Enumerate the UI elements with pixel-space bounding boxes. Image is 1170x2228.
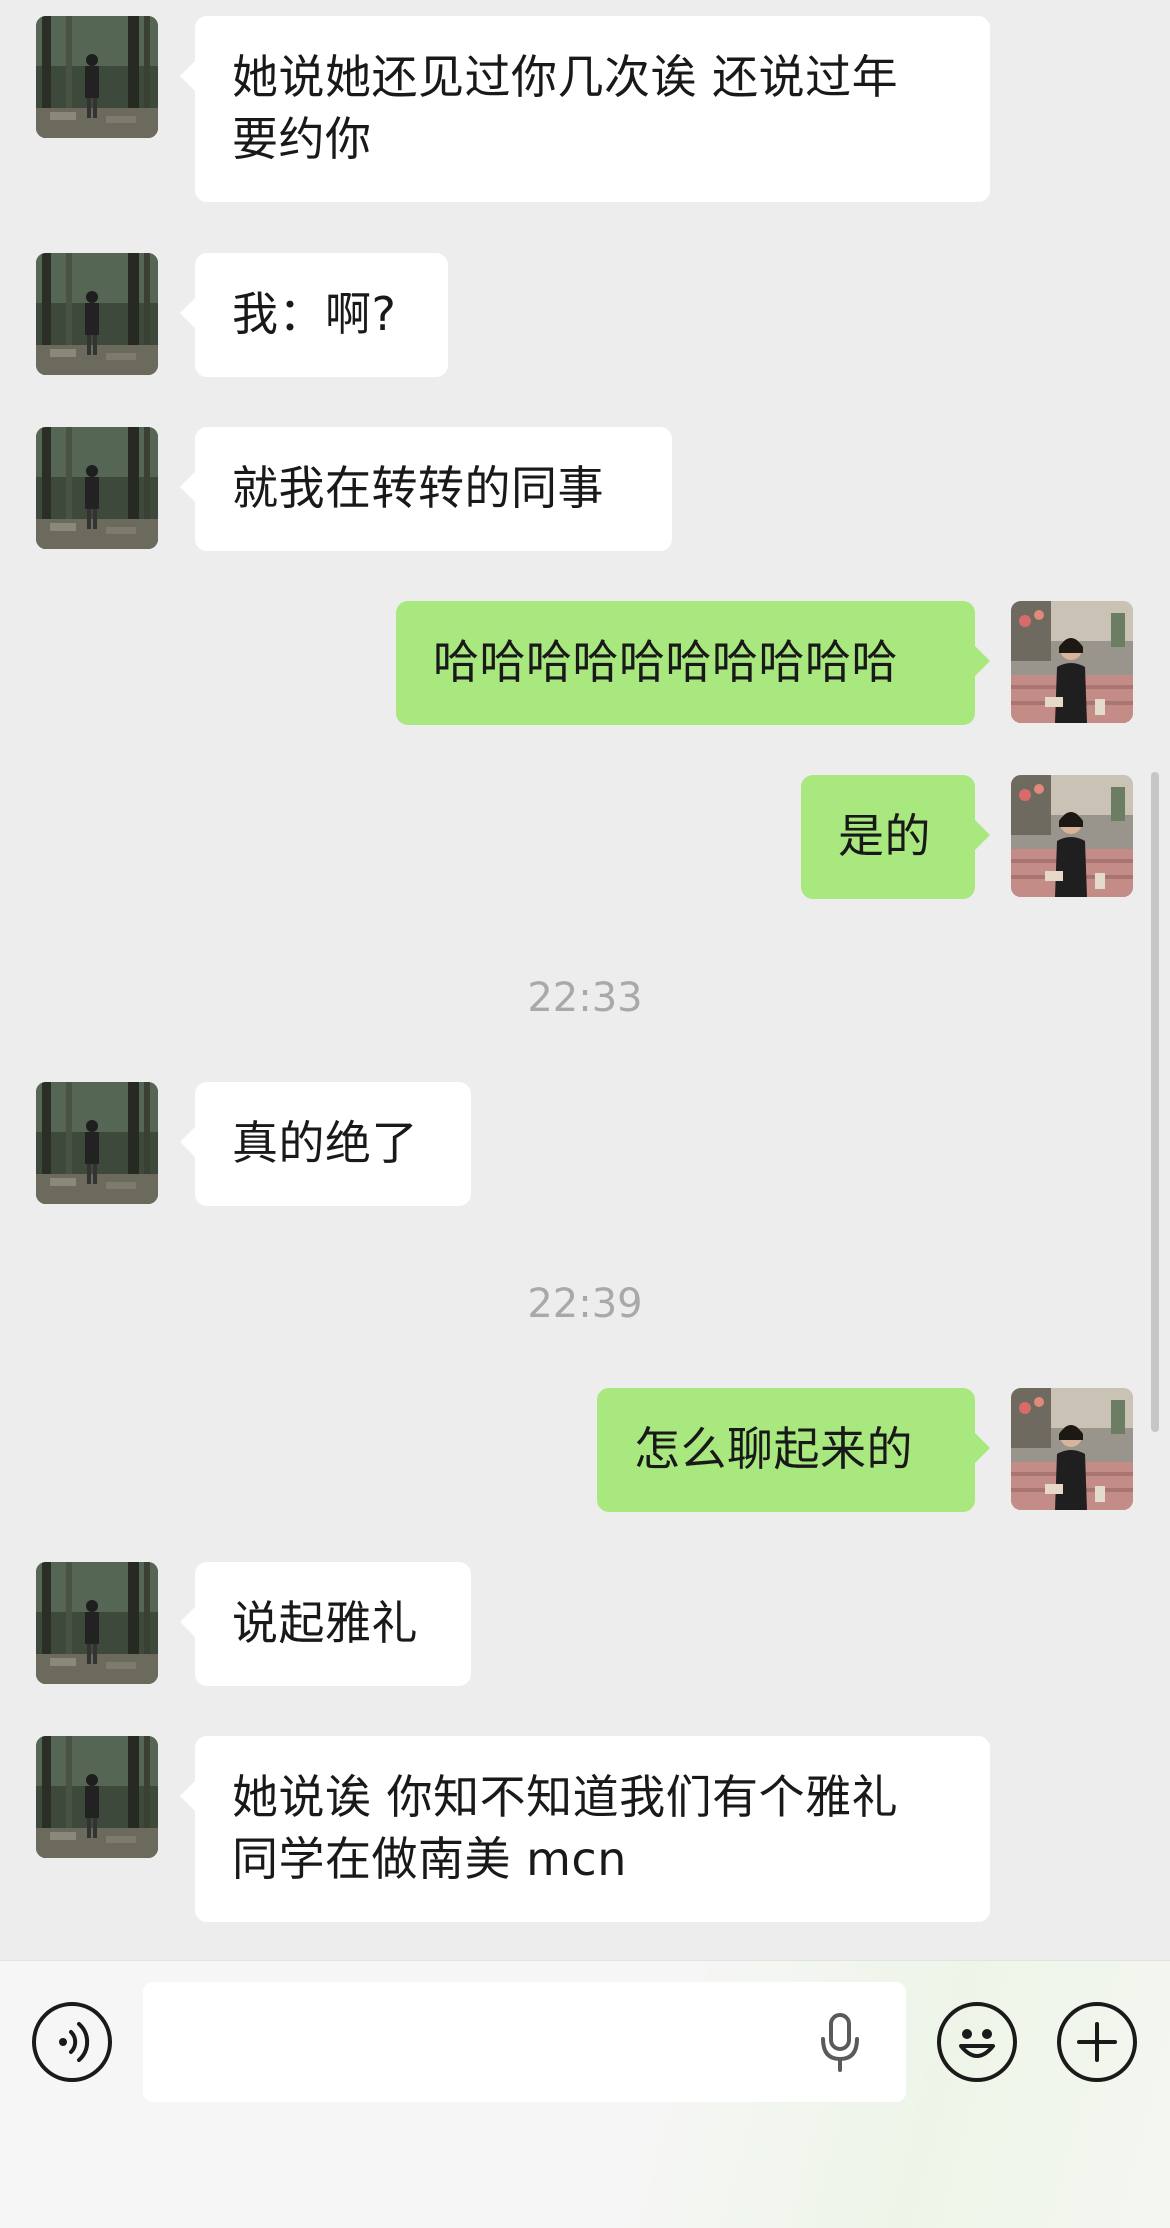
plus-icon: [1077, 2022, 1117, 2062]
message-bubble[interactable]: 她说诶 你知不知道我们有个雅礼 同学在做南美 mcn: [180, 1736, 990, 1922]
message-bubble[interactable]: 怎么聊起来的: [597, 1388, 990, 1512]
my-avatar[interactable]: [1011, 1388, 1133, 1510]
timestamp: 22:39: [527, 1281, 643, 1327]
my-avatar[interactable]: [1011, 775, 1133, 897]
contact-avatar[interactable]: [36, 1562, 158, 1684]
contact-avatar[interactable]: [36, 1082, 158, 1204]
contact-avatar[interactable]: [36, 253, 158, 375]
chat-history: 她说她还见过你几次诶 还说过年 要约你 我：啊? 就我在转转的同事 哈哈哈哈哈哈…: [0, 0, 1170, 1960]
add-button[interactable]: [1057, 2002, 1137, 2082]
message-bubble[interactable]: 说起雅礼: [180, 1562, 471, 1686]
my-avatar[interactable]: [1011, 601, 1133, 723]
message-bubble[interactable]: 就我在转转的同事: [180, 427, 672, 551]
message-bubble[interactable]: 她说她还见过你几次诶 还说过年 要约你: [180, 16, 990, 202]
message-bubble[interactable]: 是的: [801, 775, 990, 899]
voice-icon: [59, 2022, 90, 2062]
message-input[interactable]: [143, 1982, 906, 2102]
message-bubble[interactable]: 我：啊?: [180, 253, 448, 377]
microphone-icon[interactable]: [812, 2013, 868, 2077]
emoji-button[interactable]: [937, 2002, 1017, 2082]
emoji-icon: [959, 2029, 995, 2058]
contact-avatar[interactable]: [36, 427, 158, 549]
contact-avatar[interactable]: [36, 1736, 158, 1858]
timestamp: 22:33: [527, 975, 643, 1021]
message-bubble[interactable]: 真的绝了: [180, 1082, 471, 1206]
contact-avatar[interactable]: [36, 16, 158, 138]
message-bubble[interactable]: 哈哈哈哈哈哈哈哈哈哈: [396, 601, 990, 725]
scrollbar[interactable]: [1151, 772, 1159, 1432]
voice-toggle-button[interactable]: [32, 2002, 112, 2082]
